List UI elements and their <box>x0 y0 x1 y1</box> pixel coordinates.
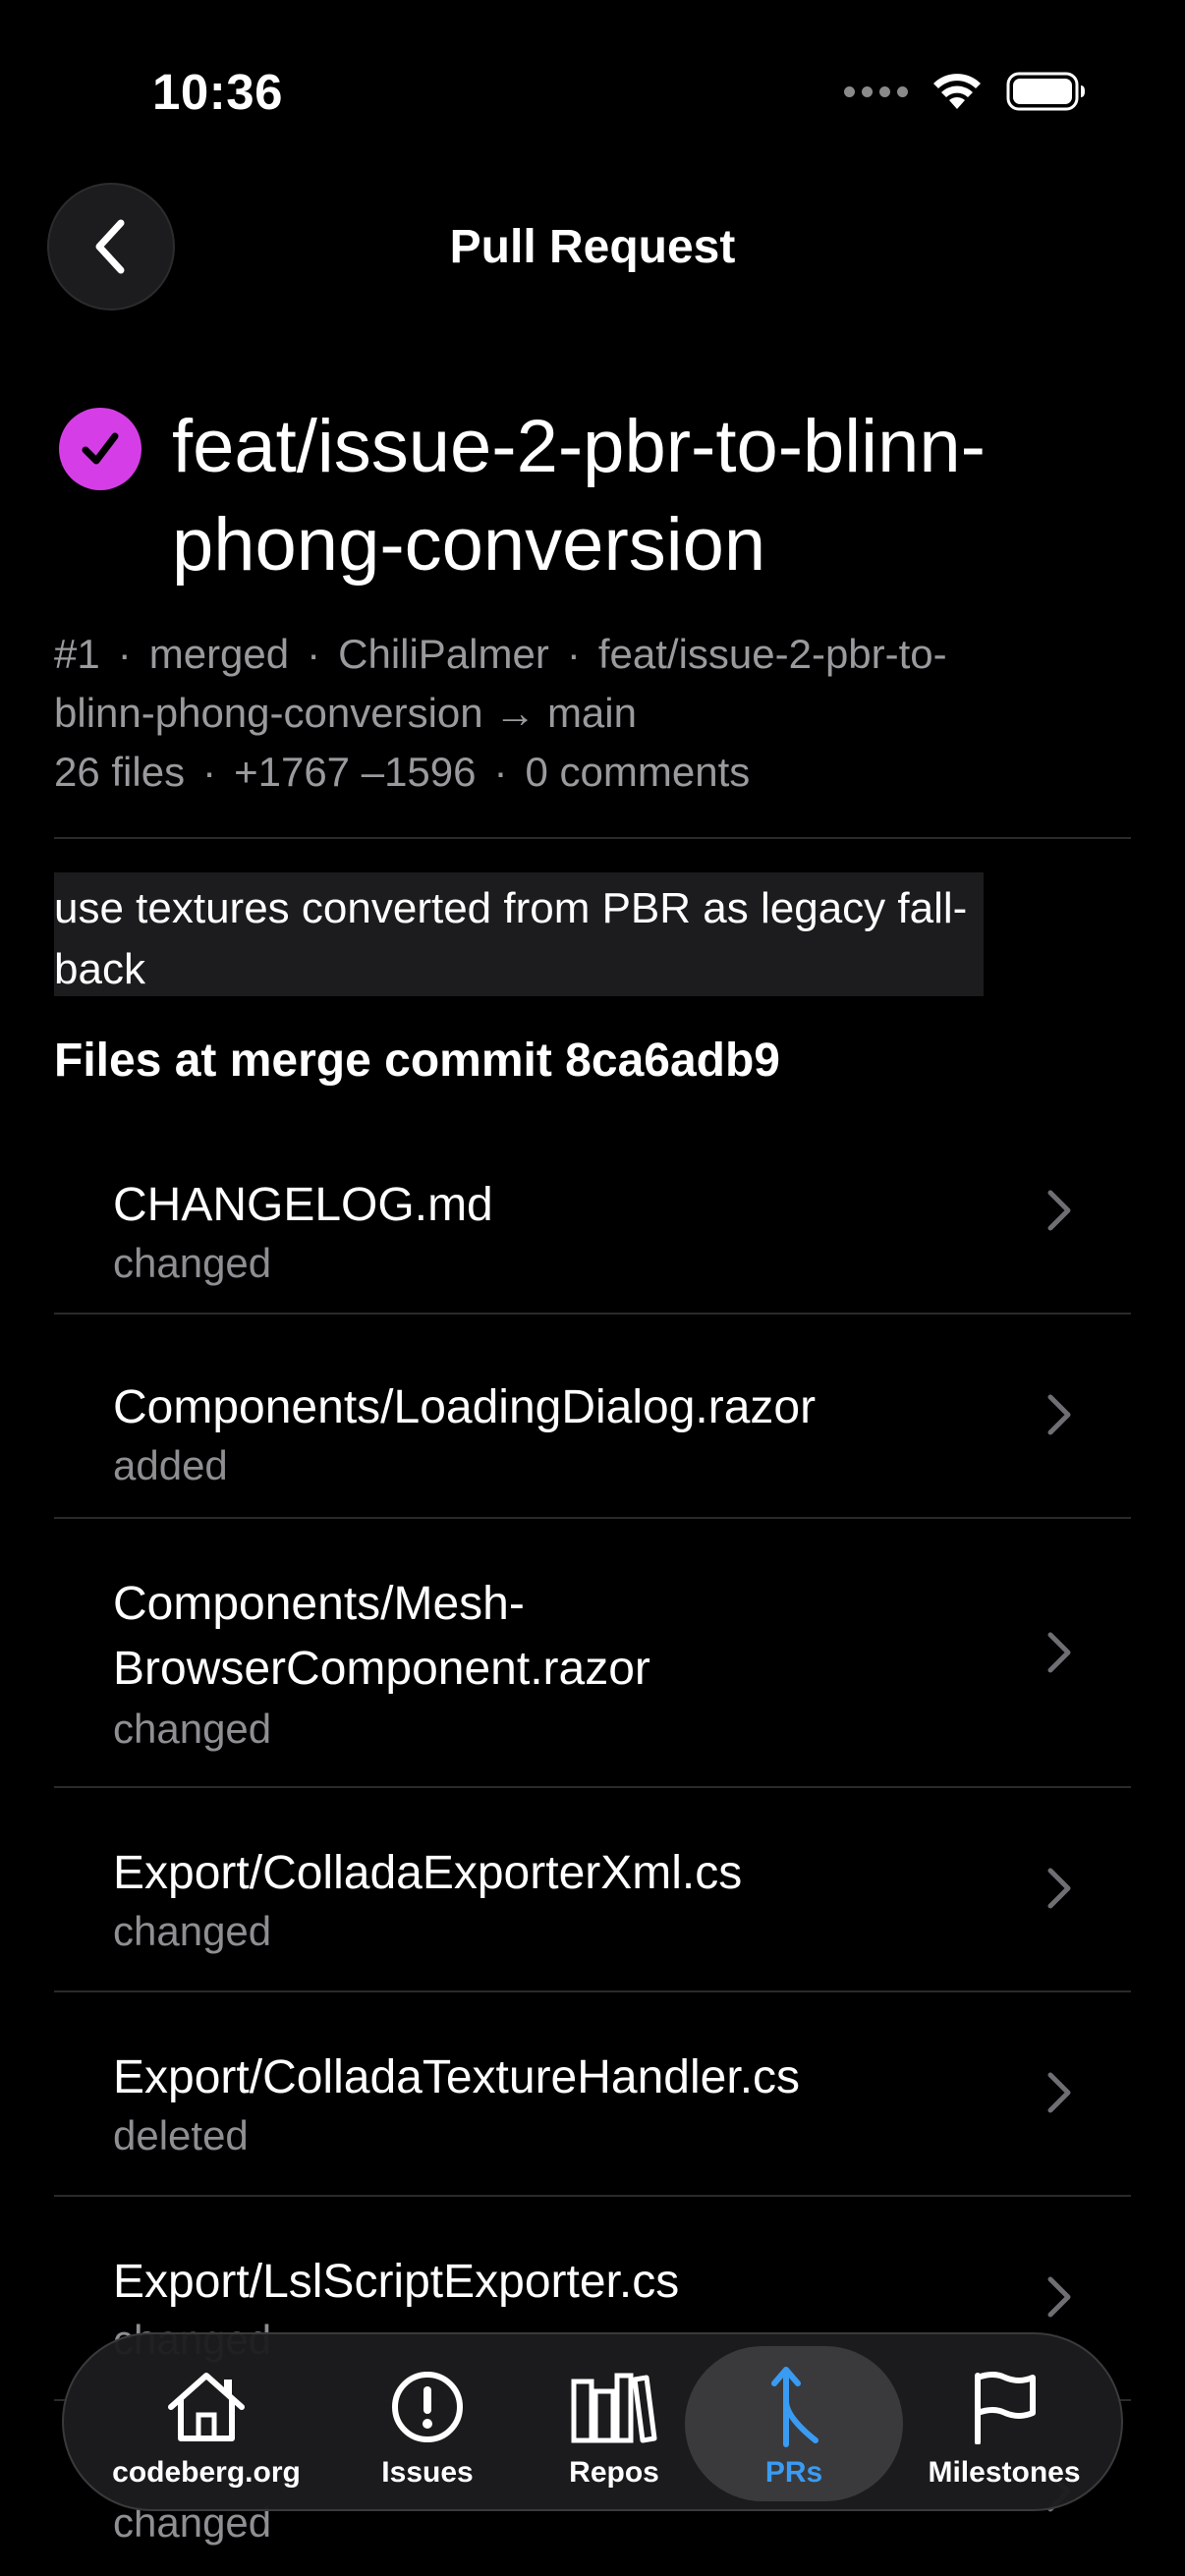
merged-check-icon <box>59 408 141 490</box>
books-icon <box>570 2368 658 2446</box>
file-name-line2: BrowserComponent.razor <box>113 1643 650 1695</box>
home-icon <box>163 2368 250 2446</box>
file-row-colladaexporterxml[interactable]: Export/ColladaExporterXml.cs changed <box>54 1788 1131 1992</box>
divider <box>54 837 1131 839</box>
wifi-icon <box>933 74 981 109</box>
file-status: added <box>113 1442 228 1488</box>
cellular-signal-icon <box>844 85 908 97</box>
file-name: Export/ColladaTextureHandler.cs <box>113 2051 801 2103</box>
tab-label: Issues <box>381 2456 474 2489</box>
tab-label: codeberg.org <box>112 2456 301 2489</box>
tab-repos[interactable]: Repos <box>536 2334 693 2513</box>
tab-label: Milestones <box>928 2456 1081 2489</box>
chevron-right-icon <box>1047 1190 1071 1231</box>
pr-number: #1 <box>54 631 100 677</box>
status-time: 10:36 <box>152 64 283 120</box>
merge-arrow-icon <box>764 2367 823 2447</box>
chevron-right-icon <box>1047 2072 1071 2113</box>
file-name: CHANGELOG.md <box>113 1179 493 1231</box>
flag-icon <box>970 2368 1039 2446</box>
file-row-meshbrowser[interactable]: Components/Mesh- BrowserComponent.razor … <box>54 1519 1131 1788</box>
battery-icon <box>1006 72 1085 111</box>
tab-bar: codeberg.org Issues Repos PRs Milestones <box>62 2332 1123 2511</box>
file-status: changed <box>113 1908 272 1954</box>
chevron-right-icon <box>1047 1394 1071 1435</box>
file-status: deleted <box>113 2112 249 2158</box>
file-list: CHANGELOG.md changed Components/LoadingD… <box>54 1110 1131 2546</box>
tab-milestones[interactable]: Milestones <box>911 2334 1098 2513</box>
file-name: Components/LoadingDialog.razor <box>113 1381 817 1433</box>
pr-description: use textures converted from PBR as legac… <box>54 872 984 996</box>
file-name: Export/ColladaExporterXml.cs <box>113 1847 743 1899</box>
chevron-right-icon <box>1047 2276 1071 2318</box>
exclamation-circle-icon <box>389 2368 466 2446</box>
file-row-loadingdialog[interactable]: Components/LoadingDialog.razor added <box>54 1315 1131 1519</box>
file-status: changed <box>113 1706 272 1752</box>
pr-state: merged <box>148 631 290 677</box>
tab-prs[interactable]: PRs <box>685 2334 903 2513</box>
pr-meta: #1 · merged · ChiliPalmer · feat/issue-2-pbr-t… <box>54 625 1135 802</box>
pr-author[interactable]: ChiliPalmer <box>338 631 549 677</box>
tab-issues[interactable]: Issues <box>349 2334 506 2513</box>
file-row-changelog[interactable]: CHANGELOG.md changed <box>54 1110 1131 1315</box>
status-icons <box>844 71 1087 112</box>
file-name: Export/LslScriptExporter.cs <box>113 2256 680 2308</box>
nav-title: Pull Request <box>449 221 736 273</box>
file-status: changed <box>113 1240 272 1286</box>
tab-codeberg[interactable]: codeberg.org <box>103 2334 310 2513</box>
file-row-colladatexturehandler[interactable]: Export/ColladaTextureHandler.cs deleted <box>54 1992 1131 2197</box>
chevron-right-icon <box>1047 1632 1071 1673</box>
file-name-line1: Components/Mesh- <box>113 1578 525 1630</box>
pr-files-count: 26 files <box>54 749 186 795</box>
pr-comments-count: 0 comments <box>525 749 751 795</box>
pr-branch-line1: feat/issue-2-pbr-to- <box>597 631 947 677</box>
tab-label: PRs <box>764 2456 823 2489</box>
tab-label: Repos <box>569 2456 659 2489</box>
files-heading: Files at merge commit 8ca6adb9 <box>54 1035 780 1087</box>
pr-diff-stats: +1767 –1596 <box>234 749 477 795</box>
status-bar: 10:36 <box>0 0 1185 196</box>
pr-title: feat/issue-2-pbr-to-blinn-phong-conversi… <box>172 405 986 587</box>
chevron-right-icon <box>1047 1868 1071 1909</box>
screen: 10:36 Pull Request feat/issue-2-pbr-to-b… <box>0 0 1185 2576</box>
pr-branch-line2: blinn-phong-conversion → main <box>54 690 637 736</box>
